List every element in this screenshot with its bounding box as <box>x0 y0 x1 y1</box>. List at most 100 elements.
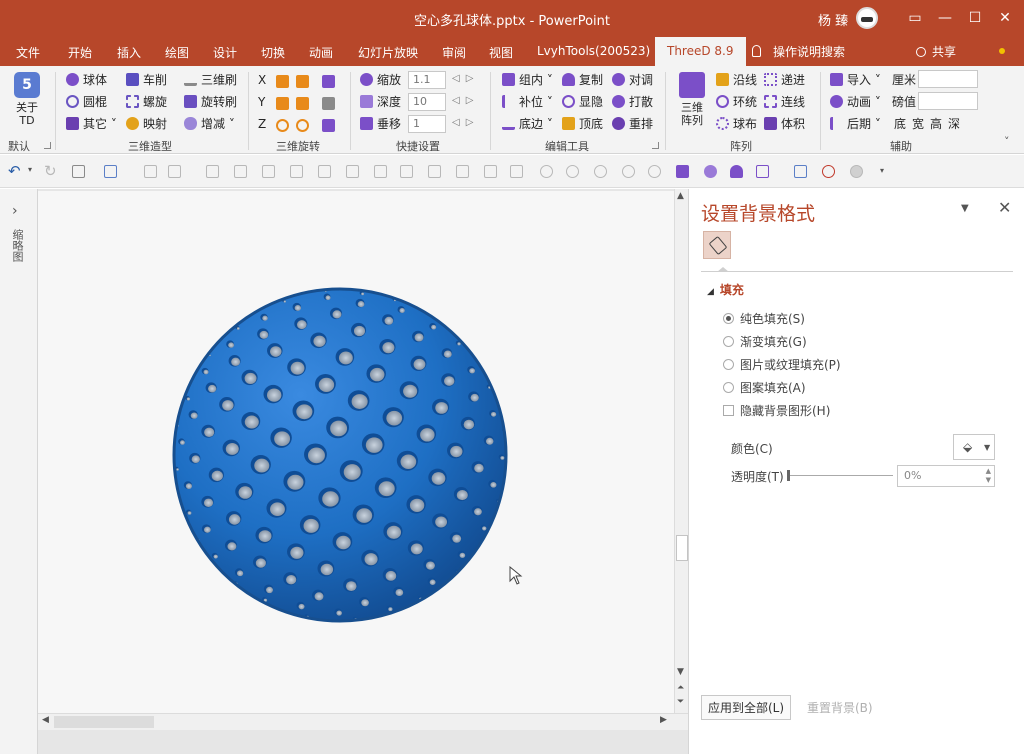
bottom-edge-button[interactable]: 底边 ˅ <box>502 116 553 132</box>
rotate-z-minus-icon[interactable] <box>276 119 289 132</box>
fill-gap-button[interactable]: 补位 ˅ <box>502 94 553 110</box>
qat-bottom-icon[interactable] <box>400 165 413 178</box>
qat-align-center-icon[interactable] <box>234 165 247 178</box>
qat-marker-icon[interactable] <box>730 165 743 178</box>
break-apart-button[interactable]: 打散 <box>612 94 653 110</box>
tab-view[interactable]: 视图 <box>489 44 513 61</box>
previous-slide-icon[interactable]: ⏶ <box>677 683 684 693</box>
rotate-z-reset-icon[interactable] <box>322 119 335 132</box>
pt-input[interactable] <box>918 92 978 110</box>
qat-fragment-icon[interactable] <box>594 165 607 178</box>
rotate-y-minus-icon[interactable] <box>276 97 289 110</box>
pattern-fill-option[interactable]: 图案填充(A) <box>723 379 806 396</box>
select-shape-icon[interactable] <box>104 165 117 178</box>
apply-to-all-button[interactable]: 应用到全部(L) <box>701 695 792 720</box>
progressive-button[interactable]: 递进 <box>764 72 805 88</box>
share-button[interactable]: 共享 <box>916 43 956 60</box>
scroll-up-icon[interactable]: ▲ <box>677 191 684 201</box>
swap-button[interactable]: 对调 <box>612 72 653 88</box>
3d-brush-button[interactable]: 三维刷 <box>184 72 237 88</box>
scroll-right-icon[interactable]: ▶ <box>660 715 667 725</box>
post-button[interactable]: 后期 ˅ <box>830 116 881 132</box>
depth-input[interactable]: 10 <box>408 93 446 111</box>
redo-icon[interactable]: ↻ <box>44 162 57 180</box>
lathe-button[interactable]: 车削 <box>126 72 167 88</box>
ring-button[interactable]: 环统 <box>716 94 757 110</box>
qat-align-icon[interactable] <box>206 165 219 178</box>
qat-subtract-icon[interactable] <box>648 165 661 178</box>
qat-threed-icon[interactable] <box>676 165 689 178</box>
animation-button[interactable]: 动画 ˅ <box>830 94 881 110</box>
in-group-button[interactable]: 组内 ˅ <box>502 72 553 88</box>
pane-options-icon[interactable]: ▼ <box>961 203 969 214</box>
rotate-x-minus-icon[interactable] <box>276 75 289 88</box>
sphere-layout-button[interactable]: 球布 <box>716 116 757 132</box>
group-edit-launcher[interactable] <box>652 142 659 149</box>
gradient-fill-option[interactable]: 渐变填充(G) <box>723 333 807 350</box>
3d-array-button[interactable]: 三维 阵列 <box>674 72 710 127</box>
group-default-launcher[interactable] <box>44 142 51 149</box>
rod-button[interactable]: 圆棍 <box>66 94 107 110</box>
solid-fill-radio[interactable] <box>723 313 734 324</box>
hide-bg-graphics-checkbox[interactable] <box>723 405 734 416</box>
sphere-button[interactable]: 球体 <box>66 72 107 88</box>
qat-save-image-icon[interactable] <box>794 165 807 178</box>
vshift-stepper[interactable]: ◁▷ <box>452 117 479 128</box>
picture-fill-radio[interactable] <box>723 359 734 370</box>
picture-fill-option[interactable]: 图片或纹理填充(P) <box>723 356 841 373</box>
hide-bg-graphics-option[interactable]: 隐藏背景图形(H) <box>723 402 830 419</box>
scale-input[interactable]: 1.1 <box>408 71 446 89</box>
hollow-sphere-image[interactable] <box>38 191 674 713</box>
qat-combine-icon[interactable] <box>566 165 579 178</box>
maximize-button[interactable]: ☐ <box>962 6 988 30</box>
volume-button[interactable]: 体积 <box>764 116 805 132</box>
qat-top-icon[interactable] <box>374 165 387 178</box>
horizontal-scroll-thumb[interactable] <box>54 716 154 728</box>
transparency-slider[interactable] <box>787 470 893 481</box>
dim-depth-button[interactable]: 深 <box>948 116 960 132</box>
rotate-y-plus-icon[interactable] <box>296 97 309 110</box>
tab-design[interactable]: 设计 <box>213 44 237 61</box>
qat-layer-icon[interactable] <box>290 165 303 178</box>
customize-qat-icon[interactable]: ▾ <box>880 166 884 175</box>
along-line-button[interactable]: 沿线 <box>716 72 757 88</box>
tab-file[interactable]: 文件 <box>16 44 40 61</box>
top-bottom-button[interactable]: 顶底 <box>562 116 603 132</box>
solid-fill-option[interactable]: 纯色填充(S) <box>723 310 805 327</box>
expand-thumbnails-icon[interactable]: › <box>12 203 18 219</box>
gradient-fill-radio[interactable] <box>723 336 734 347</box>
tab-draw[interactable]: 绘图 <box>165 44 189 61</box>
pattern-fill-radio[interactable] <box>723 382 734 393</box>
dim-bottom-button[interactable]: 底 <box>894 116 906 132</box>
collapse-ribbon-icon[interactable]: ˅ <box>1004 134 1010 150</box>
next-slide-icon[interactable]: ⏷ <box>677 697 684 707</box>
qat-circle-icon[interactable] <box>850 165 863 178</box>
close-button[interactable]: ✕ <box>992 6 1018 30</box>
qat-rotate-icon[interactable] <box>484 165 497 178</box>
spiral-button[interactable]: 螺旋 <box>126 94 167 110</box>
fill-category-icon[interactable] <box>703 231 731 259</box>
color-picker-button[interactable]: ⬙ ▼ <box>953 434 995 460</box>
qat-union-icon[interactable] <box>540 165 553 178</box>
tab-insert[interactable]: 插入 <box>117 44 141 61</box>
ribbon-display-options-button[interactable]: ▭ <box>902 6 928 30</box>
qat-frame-icon[interactable] <box>168 165 181 178</box>
transparency-input[interactable]: 0% ▲ ▼ <box>897 465 995 487</box>
qat-view-icon[interactable] <box>704 165 717 178</box>
slide-canvas[interactable] <box>38 191 674 713</box>
qat-copy-icon[interactable] <box>318 165 331 178</box>
qat-intersect-icon[interactable] <box>622 165 635 178</box>
qat-distribute-icon[interactable] <box>262 165 275 178</box>
about-td-button[interactable]: 5 关于 TD <box>10 72 44 127</box>
avatar[interactable] <box>856 7 878 29</box>
import-button[interactable]: 导入 ˅ <box>830 72 881 88</box>
tab-threed[interactable]: ThreeD 8.9 <box>655 36 746 66</box>
rotate-x-plus-icon[interactable] <box>296 75 309 88</box>
qat-flip-icon[interactable] <box>428 165 441 178</box>
increase-decrease-button[interactable]: 增减 ˅ <box>184 116 235 132</box>
pane-close-icon[interactable]: ✕ <box>998 198 1011 217</box>
undo-dropdown-icon[interactable]: ▾ <box>28 165 32 174</box>
vertical-scrollbar[interactable]: ▲ ▼ ⏶ ⏷ <box>674 189 688 713</box>
qat-mirror-icon[interactable] <box>456 165 469 178</box>
tell-me-search[interactable]: 操作说明搜索 <box>752 43 845 60</box>
